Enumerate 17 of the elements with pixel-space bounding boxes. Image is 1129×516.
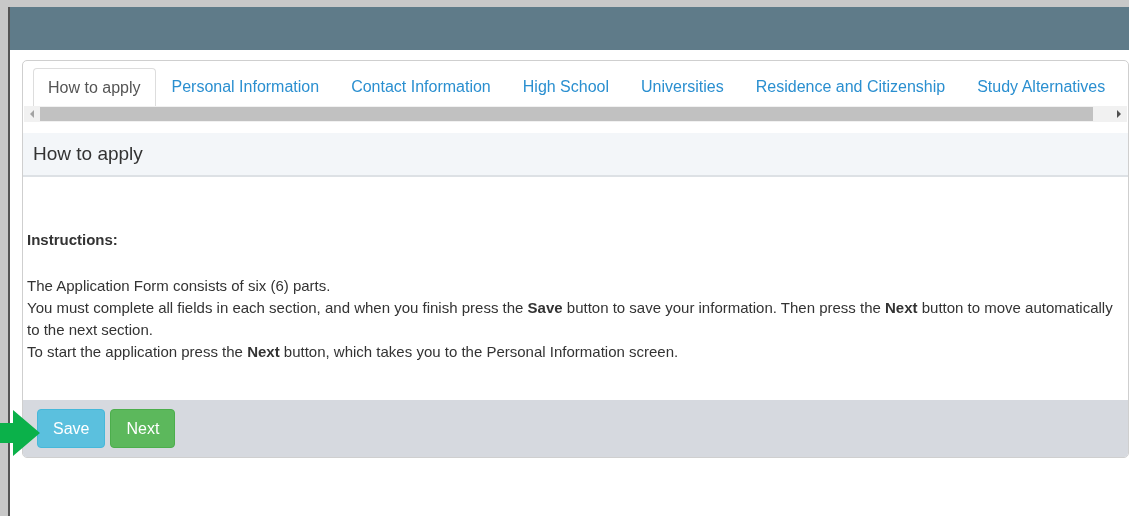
- section-title: How to apply: [33, 141, 143, 166]
- instruction-text: You must complete all fields in each section, and when you finish press the Save button to save your information. Then press the Next button to move automatically to the next section.: [27, 298, 1114, 340]
- tab[interactable]: High School: [506, 68, 626, 106]
- action-button[interactable]: Save: [37, 409, 106, 448]
- arrow-icon: [0, 410, 40, 456]
- horizontal-scrollbar[interactable]: [24, 106, 1127, 122]
- tab[interactable]: Personal Information: [155, 68, 336, 106]
- instructions-heading: Instructions:: [27, 230, 119, 250]
- tab[interactable]: Contact Information: [335, 68, 507, 106]
- tab[interactable]: Universities: [625, 68, 740, 106]
- tab[interactable]: Residence and Citizenship: [739, 68, 962, 106]
- instruction-text: The Application Form consists of six (6) parts.: [27, 276, 332, 296]
- scrollbar-thumb[interactable]: [40, 107, 1093, 121]
- instruction-text: To start the application press the Next button, which takes you to the Personal Information screen.: [27, 342, 680, 362]
- action-button[interactable]: Next: [110, 409, 176, 448]
- tab[interactable]: Study Alternatives: [961, 68, 1122, 106]
- tab[interactable]: How to apply: [33, 68, 156, 107]
